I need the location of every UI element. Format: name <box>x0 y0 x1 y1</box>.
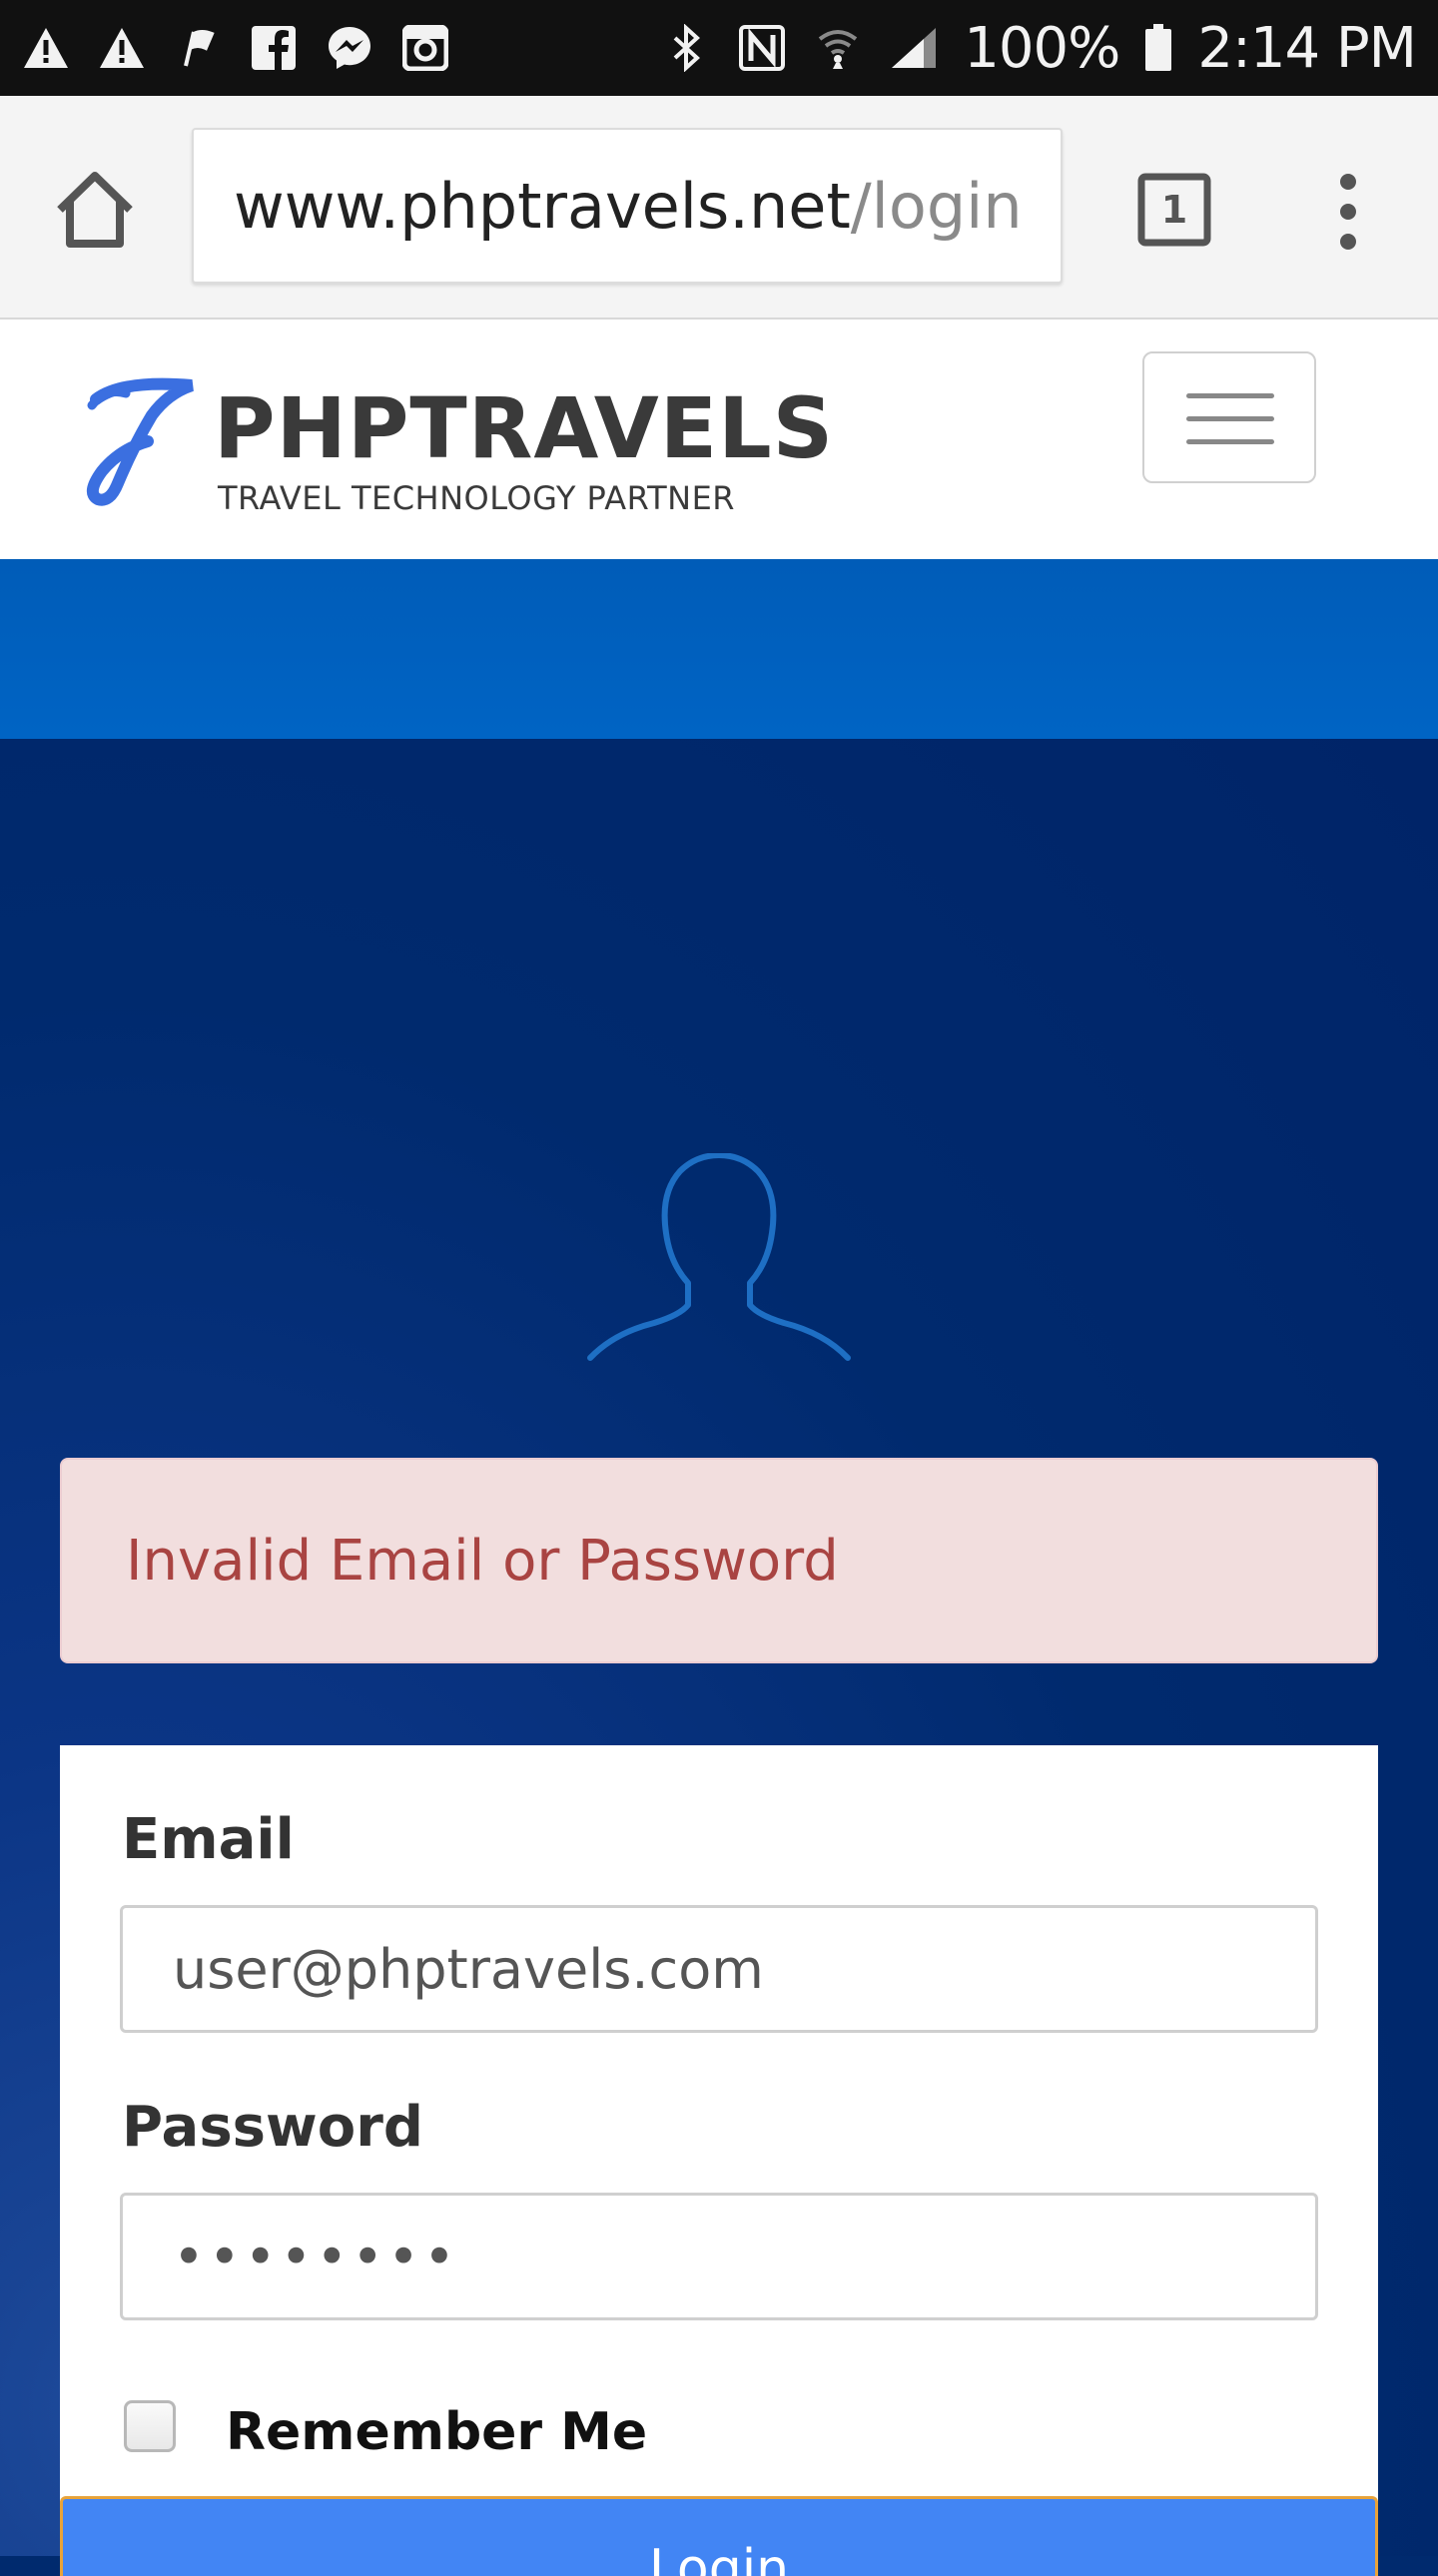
url-path: /login <box>850 169 1023 243</box>
remember-me-checkbox[interactable] <box>124 2400 176 2452</box>
warning-icon <box>20 22 72 74</box>
url-bar[interactable]: www.phptravels.net/login <box>192 128 1063 284</box>
email-field[interactable] <box>120 1905 1318 2033</box>
nav-menu-button[interactable] <box>1142 351 1316 483</box>
site-logo[interactable]: PHPTRAVELS TRAVEL TECHNOLOGY PARTNER <box>82 371 833 517</box>
overflow-menu-icon[interactable] <box>1318 170 1378 254</box>
login-form: Email Password Remember Me <box>60 1745 1378 2556</box>
tab-switcher-button[interactable]: 1 <box>1136 172 1212 248</box>
password-field[interactable] <box>120 2193 1318 2320</box>
email-label: Email <box>122 1807 295 1872</box>
instagram-icon <box>399 22 451 74</box>
tab-count: 1 <box>1160 188 1188 232</box>
flag-icon <box>172 22 224 74</box>
hamburger-icon-bar <box>1186 416 1274 421</box>
nfc-icon <box>736 22 788 74</box>
site-header: PHPTRAVELS TRAVEL TECHNOLOGY PARTNER <box>0 320 1438 559</box>
hamburger-icon-bar <box>1186 393 1274 398</box>
home-icon[interactable] <box>52 168 138 254</box>
brand-tagline: TRAVEL TECHNOLOGY PARTNER <box>218 479 736 517</box>
battery-icon <box>1143 22 1173 74</box>
remember-me-label[interactable]: Remember Me <box>226 2402 647 2462</box>
warning-icon <box>96 22 148 74</box>
messenger-icon <box>324 22 375 74</box>
error-message: Invalid Email or Password <box>126 1528 839 1594</box>
signal-icon <box>888 22 940 74</box>
login-button[interactable]: Login <box>60 2496 1378 2576</box>
status-bar-system: 100% 2:14 PM <box>660 15 1417 81</box>
facebook-icon <box>248 22 300 74</box>
status-bar-notifications <box>20 22 451 74</box>
header-band <box>0 559 1438 739</box>
battery-level: 100% <box>964 15 1120 81</box>
brand-name: PHPTRAVELS <box>214 379 835 477</box>
bluetooth-icon <box>660 22 712 74</box>
wifi-icon <box>812 22 864 74</box>
url-domain: www.phptravels.net <box>234 169 851 243</box>
status-bar: 100% 2:14 PM <box>0 0 1438 96</box>
hamburger-icon-bar <box>1186 439 1274 444</box>
browser-toolbar: www.phptravels.net/login 1 <box>0 96 1438 320</box>
password-label: Password <box>122 2095 423 2160</box>
user-icon <box>584 1152 854 1363</box>
clock: 2:14 PM <box>1197 15 1417 81</box>
error-alert: Invalid Email or Password <box>60 1458 1378 1663</box>
